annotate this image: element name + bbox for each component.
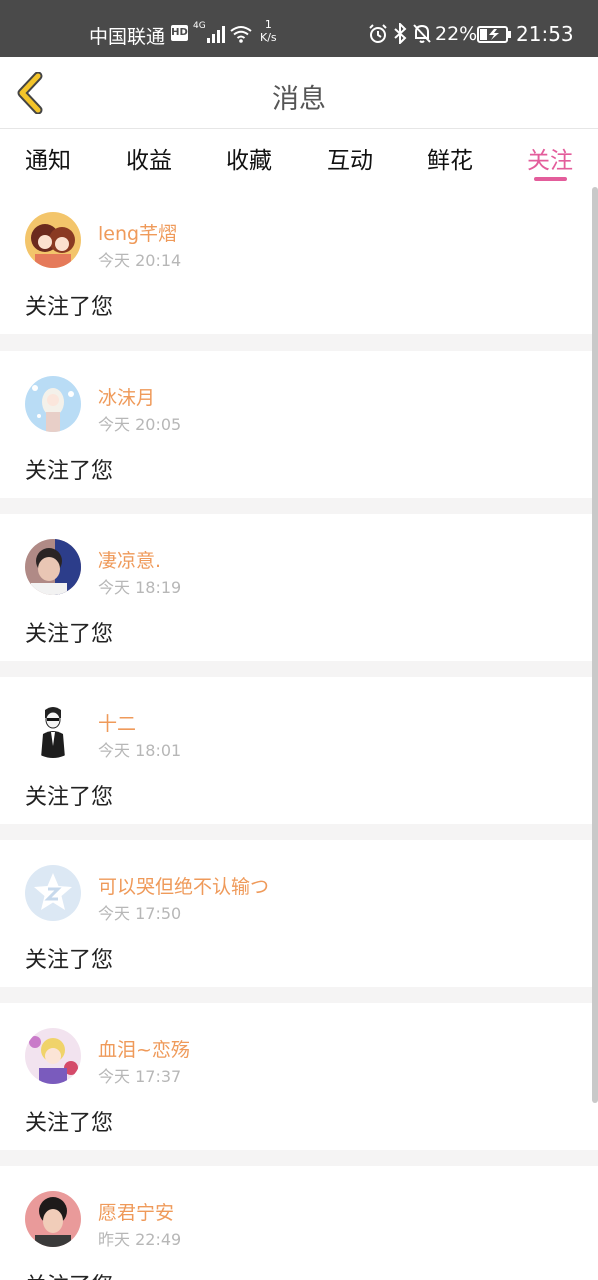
username[interactable]: 冰沫月 <box>98 383 155 410</box>
nav-header: 消息 <box>0 57 598 129</box>
username[interactable]: 凄凉意. <box>98 546 161 573</box>
tab-earnings[interactable]: 收益 <box>119 141 179 175</box>
signal-icon <box>207 26 225 43</box>
alarm-icon <box>369 24 387 43</box>
bluetooth-icon <box>394 23 407 44</box>
avatar[interactable] <box>25 539 81 595</box>
message-text: 关注了您 <box>25 948 114 973</box>
avatar-boy-photo-icon <box>25 1191 81 1247</box>
list-item[interactable]: 愿君宁安 昨天 22:49 关注了您 <box>0 1166 598 1280</box>
message-text: 关注了您 <box>25 1111 114 1136</box>
message-list[interactable]: leng芊熠 今天 20:14 关注了您 冰沫月 今天 20:05 关注了您 凄… <box>0 187 598 1280</box>
avatar[interactable] <box>25 702 81 758</box>
tab-notice[interactable]: 通知 <box>18 141 78 175</box>
active-tab-indicator <box>534 177 567 181</box>
network-speed: 1 K/s <box>260 18 277 44</box>
username[interactable]: leng芊熠 <box>98 219 177 246</box>
avatar[interactable] <box>25 1191 81 1247</box>
tab-interaction[interactable]: 互动 <box>320 141 380 175</box>
timestamp: 今天 17:50 <box>98 904 182 923</box>
avatar[interactable] <box>25 865 81 921</box>
carrier-label: 中国联通 <box>89 26 166 48</box>
timestamp: 今天 17:37 <box>98 1067 182 1086</box>
list-item[interactable]: 凄凉意. 今天 18:19 关注了您 <box>0 514 598 661</box>
list-item[interactable]: 冰沫月 今天 20:05 关注了您 <box>0 351 598 498</box>
message-text: 关注了您 <box>25 1268 113 1280</box>
username[interactable]: 愿君宁安 <box>98 1198 174 1225</box>
message-text: 关注了您 <box>25 295 114 320</box>
scrollbar[interactable] <box>592 187 598 1103</box>
avatar[interactable] <box>25 212 81 268</box>
mute-bell-icon <box>413 24 431 43</box>
list-item[interactable]: 十二 今天 18:01 关注了您 <box>0 677 598 824</box>
tab-follow[interactable]: 关注 <box>520 141 580 175</box>
timestamp: 今天 20:05 <box>98 415 182 434</box>
avatar[interactable] <box>25 1028 81 1084</box>
timestamp: 昨天 22:49 <box>98 1230 182 1249</box>
clock: 21:53 <box>516 22 574 46</box>
timestamp: 今天 20:14 <box>98 251 182 270</box>
message-text: 关注了您 <box>25 459 114 484</box>
default-avatar-star-icon <box>25 865 81 921</box>
avatar-suit-figure-icon <box>25 702 81 758</box>
network-type: 4G <box>193 21 206 31</box>
timestamp: 今天 18:19 <box>98 578 182 597</box>
username[interactable]: 十二 <box>98 709 136 736</box>
avatar-ice-girl-icon <box>25 376 81 432</box>
battery-percent: 22% <box>435 23 478 45</box>
status-bar: 中国联通 HD 4G 1 K/s 22% 21:53 <box>0 0 598 57</box>
avatar-anime-girls-icon <box>25 212 81 268</box>
message-text: 关注了您 <box>25 622 114 647</box>
tab-flowers[interactable]: 鲜花 <box>420 141 480 175</box>
battery-charging-icon <box>477 26 511 43</box>
message-text: 关注了您 <box>25 785 114 810</box>
avatar[interactable] <box>25 376 81 432</box>
tab-bar: 通知 收益 收藏 互动 鲜花 关注 <box>0 130 598 187</box>
list-item[interactable]: leng芊熠 今天 20:14 关注了您 <box>0 187 598 334</box>
list-item[interactable]: 可以哭但绝不认输つ 今天 17:50 关注了您 <box>0 840 598 987</box>
page-title: 消息 <box>272 84 326 115</box>
avatar-man-photo-icon <box>25 539 81 595</box>
avatar-anime-flowers-icon <box>25 1028 81 1084</box>
tab-favorites[interactable]: 收藏 <box>219 141 279 175</box>
list-item[interactable]: 血泪~恋殇 今天 17:37 关注了您 <box>0 1003 598 1150</box>
username[interactable]: 血泪~恋殇 <box>98 1035 190 1062</box>
hd-badge: HD <box>171 25 188 41</box>
wifi-icon <box>230 26 252 43</box>
username[interactable]: 可以哭但绝不认输つ <box>98 872 269 899</box>
timestamp: 今天 18:01 <box>98 741 182 760</box>
